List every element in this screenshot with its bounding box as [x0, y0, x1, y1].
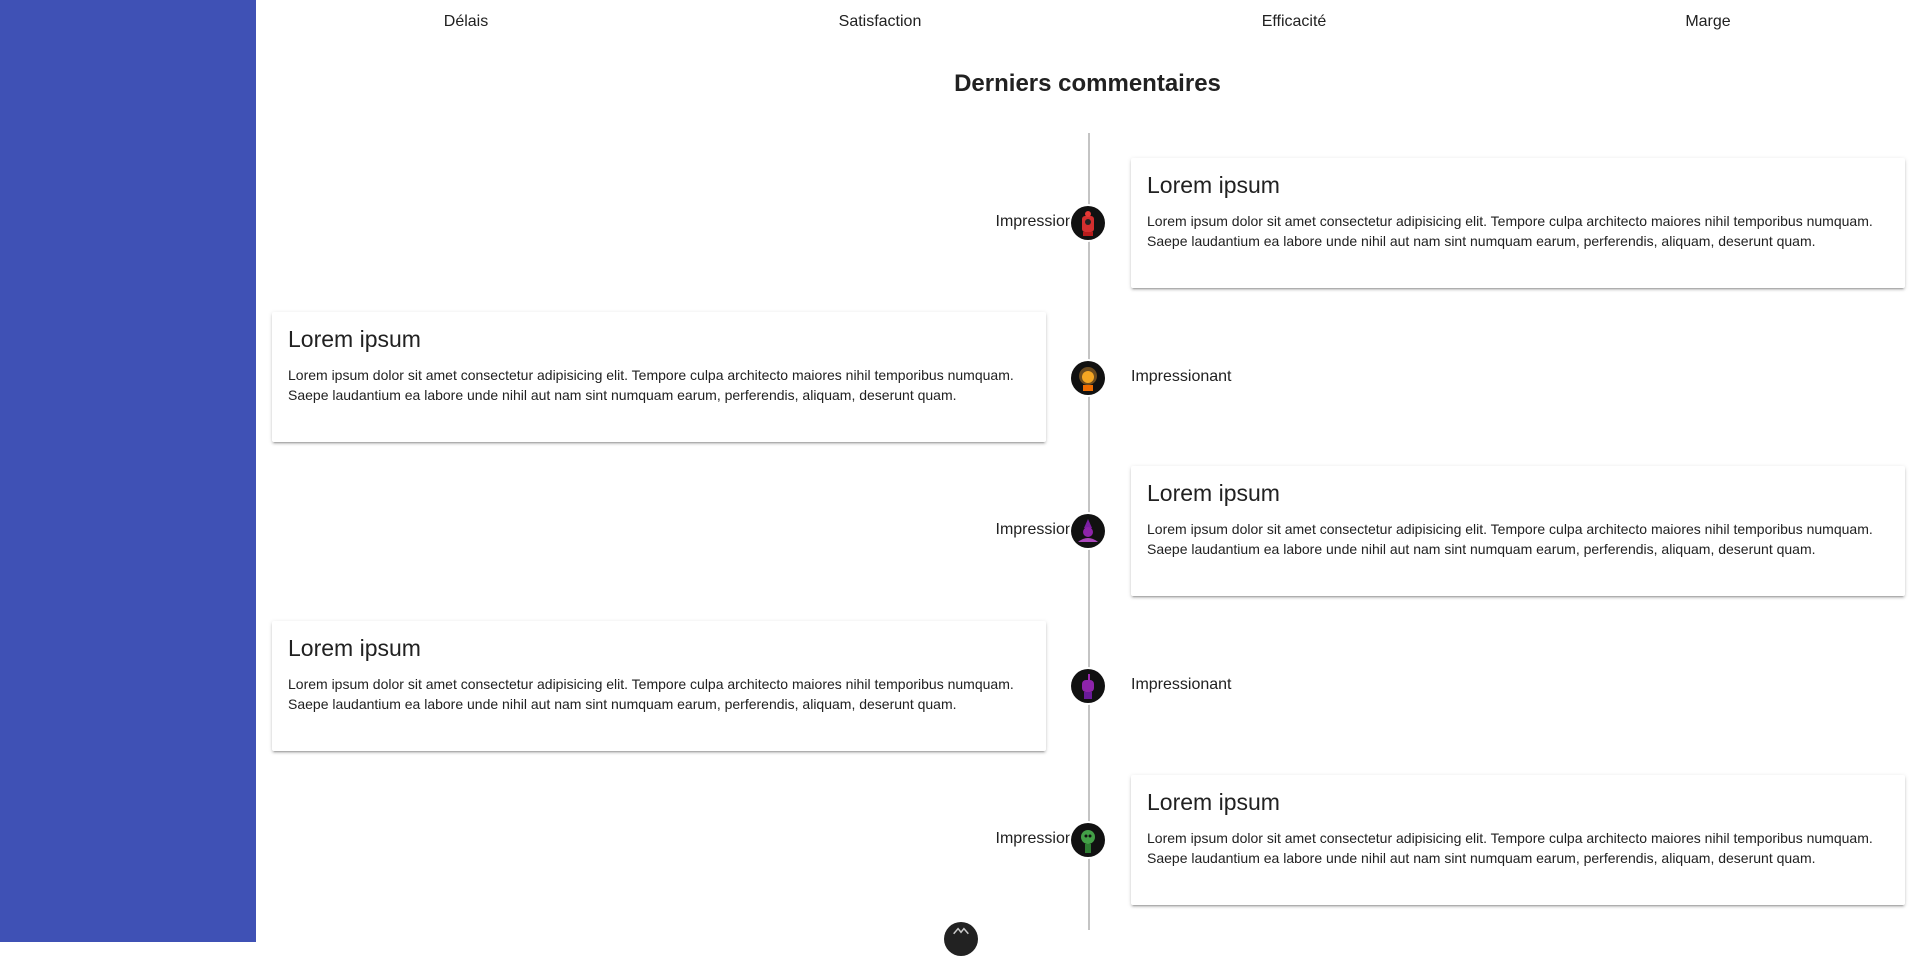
- main-content: Délais Satisfaction Efficacité Marge Der…: [256, 0, 1919, 956]
- kpi-label: Efficacité: [1261, 13, 1327, 30]
- timeline-entry: Lorem ipsum Lorem ipsum dolor sit amet c…: [256, 621, 1919, 751]
- comment-card: Lorem ipsum Lorem ipsum dolor sit amet c…: [1131, 466, 1905, 596]
- timeline-entry: Impressionant Lorem ipsum Lorem ipsum do…: [256, 775, 1919, 905]
- comment-card: Lorem ipsum Lorem ipsum dolor sit amet c…: [1131, 775, 1905, 905]
- user-avatar[interactable]: [944, 922, 978, 956]
- comment-text: Lorem ipsum dolor sit amet consectetur a…: [288, 367, 1014, 403]
- kpi-label: Satisfaction: [838, 13, 922, 30]
- comment-text: Lorem ipsum dolor sit amet consectetur a…: [1147, 521, 1873, 557]
- comment-text: Lorem ipsum dolor sit amet consectetur a…: [1147, 830, 1873, 866]
- opinion-label: Impressionant: [1131, 368, 1232, 385]
- opinion-label: Impressionant: [1131, 676, 1232, 693]
- green-alien-avatar: [1071, 823, 1105, 857]
- sidebar: [0, 0, 256, 942]
- comment-card: Lorem ipsum Lorem ipsum dolor sit amet c…: [1131, 158, 1905, 288]
- timeline-entry: Impressionant Lorem ipsum Lorem ipsum do…: [256, 158, 1919, 288]
- comment-text: Lorem ipsum dolor sit amet consectetur a…: [288, 676, 1014, 712]
- timeline-entry: Impressionant Lorem ipsum Lorem ipsum do…: [256, 466, 1919, 596]
- comment-card: Lorem ipsum Lorem ipsum dolor sit amet c…: [272, 621, 1046, 751]
- comment-title: Lorem ipsum: [288, 635, 421, 661]
- red-robot-avatar: [1071, 206, 1105, 240]
- purple-alien-avatar: [1071, 669, 1105, 703]
- kpi-label: Marge: [1685, 13, 1731, 30]
- comment-title: Lorem ipsum: [1147, 172, 1280, 198]
- purple-wizard-avatar: [1071, 514, 1105, 548]
- comment-card: Lorem ipsum Lorem ipsum dolor sit amet c…: [272, 312, 1046, 442]
- comment-text: Lorem ipsum dolor sit amet consectetur a…: [1147, 213, 1873, 249]
- woman-avatar: [1071, 361, 1105, 395]
- section-title: Derniers commentaires: [954, 70, 1221, 97]
- kpi-label: Délais: [443, 13, 489, 30]
- comment-title: Lorem ipsum: [1147, 480, 1280, 506]
- timeline-entry: Lorem ipsum Lorem ipsum dolor sit amet c…: [256, 312, 1919, 442]
- mountain-icon: [953, 927, 969, 935]
- comment-title: Lorem ipsum: [288, 326, 421, 352]
- comment-title: Lorem ipsum: [1147, 789, 1280, 815]
